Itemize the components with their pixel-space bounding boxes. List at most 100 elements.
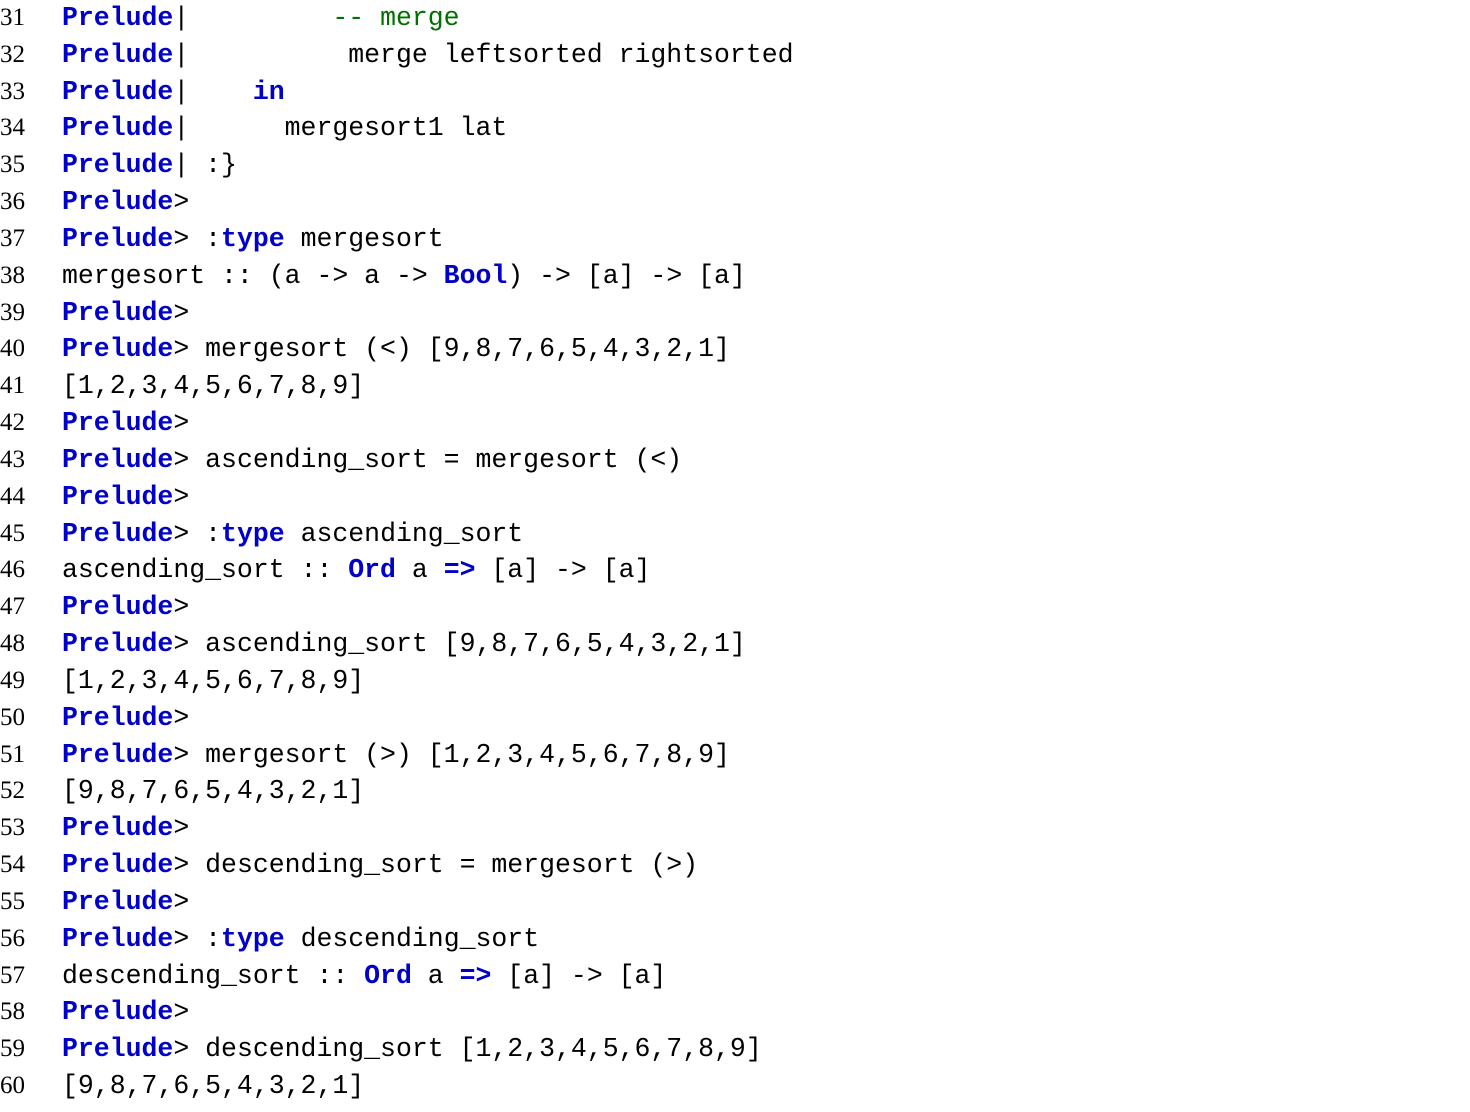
code-line: 45Prelude> :type ascending_sort [0, 516, 1470, 553]
prompt-keyword: Prelude [62, 1034, 173, 1064]
code-content: Prelude| mergesort1 lat [62, 110, 507, 147]
code-text: > [173, 592, 189, 622]
code-text: a [396, 555, 444, 585]
code-line: 41[1,2,3,4,5,6,7,8,9] [0, 368, 1470, 405]
code-text: > : [173, 924, 221, 954]
code-content: ascending_sort :: Ord a => [a] -> [a] [62, 552, 650, 589]
code-line: 57descending_sort :: Ord a => [a] -> [a] [0, 958, 1470, 995]
line-number: 60 [0, 1069, 62, 1104]
line-number: 52 [0, 774, 62, 809]
code-line: 54Prelude> descending_sort = mergesort (… [0, 847, 1470, 884]
line-number: 58 [0, 995, 62, 1030]
prompt-keyword: Prelude [62, 887, 173, 917]
code-text: ascending_sort :: [62, 555, 348, 585]
prompt-keyword: Prelude [62, 113, 173, 143]
code-content: Prelude| in [62, 74, 285, 111]
code-line: 38mergesort :: (a -> a -> Bool) -> [a] -… [0, 258, 1470, 295]
code-line: 43Prelude> ascending_sort = mergesort (<… [0, 442, 1470, 479]
line-number: 43 [0, 443, 62, 478]
line-number: 36 [0, 185, 62, 220]
line-number: 56 [0, 922, 62, 957]
code-line: 32Prelude| merge leftsorted rightsorted [0, 37, 1470, 74]
prompt-keyword: Prelude [62, 150, 173, 180]
code-text: > [173, 408, 189, 438]
code-text: | merge leftsorted rightsorted [173, 40, 793, 70]
prompt-keyword: Prelude [62, 77, 173, 107]
code-text: > descending_sort = mergesort (>) [173, 850, 698, 880]
code-line: 44Prelude> [0, 479, 1470, 516]
code-line: 39Prelude> [0, 295, 1470, 332]
line-number: 38 [0, 259, 62, 294]
code-content: Prelude> mergesort (>) [1,2,3,4,5,6,7,8,… [62, 737, 730, 774]
code-content: Prelude> descending_sort [1,2,3,4,5,6,7,… [62, 1031, 762, 1068]
code-line: 35Prelude| :} [0, 147, 1470, 184]
prompt-keyword: Prelude [62, 813, 173, 843]
keyword: Ord [348, 555, 396, 585]
code-text: > [173, 703, 189, 733]
code-text: > mergesort (>) [1,2,3,4,5,6,7,8,9] [173, 740, 730, 770]
code-content: Prelude> :type ascending_sort [62, 516, 523, 553]
code-line: 49[1,2,3,4,5,6,7,8,9] [0, 663, 1470, 700]
code-line: 52[9,8,7,6,5,4,3,2,1] [0, 773, 1470, 810]
code-text: > [173, 997, 189, 1027]
code-text: [9,8,7,6,5,4,3,2,1] [62, 1071, 364, 1101]
code-line: 31Prelude| -- merge [0, 0, 1470, 37]
code-line: 53Prelude> [0, 810, 1470, 847]
keyword: type [221, 519, 285, 549]
code-content: Prelude> :type mergesort [62, 221, 444, 258]
code-content: Prelude> [62, 295, 189, 332]
comment: -- merge [332, 3, 459, 33]
code-content: Prelude> [62, 700, 189, 737]
code-text: > : [173, 224, 221, 254]
code-text: > [173, 482, 189, 512]
line-number: 45 [0, 517, 62, 552]
line-number: 51 [0, 738, 62, 773]
code-text: [9,8,7,6,5,4,3,2,1] [62, 776, 364, 806]
code-line: 60[9,8,7,6,5,4,3,2,1] [0, 1068, 1470, 1105]
code-line: 40Prelude> mergesort (<) [9,8,7,6,5,4,3,… [0, 331, 1470, 368]
prompt-keyword: Prelude [62, 592, 173, 622]
prompt-keyword: Prelude [62, 408, 173, 438]
prompt-keyword: Prelude [62, 40, 173, 70]
line-number: 41 [0, 369, 62, 404]
prompt-keyword: Prelude [62, 334, 173, 364]
code-line: 37Prelude> :type mergesort [0, 221, 1470, 258]
keyword: type [221, 924, 285, 954]
code-text: [1,2,3,4,5,6,7,8,9] [62, 371, 364, 401]
code-content: [1,2,3,4,5,6,7,8,9] [62, 368, 364, 405]
code-content: [9,8,7,6,5,4,3,2,1] [62, 773, 364, 810]
line-number: 35 [0, 148, 62, 183]
code-line: 58Prelude> [0, 994, 1470, 1031]
code-line: 36Prelude> [0, 184, 1470, 221]
prompt-keyword: Prelude [62, 224, 173, 254]
prompt-keyword: Prelude [62, 740, 173, 770]
code-text: > ascending_sort = mergesort (<) [173, 445, 682, 475]
keyword: in [253, 77, 285, 107]
keyword: => [460, 961, 492, 991]
code-line: 42Prelude> [0, 405, 1470, 442]
code-text: > [173, 187, 189, 217]
line-number: 42 [0, 406, 62, 441]
code-content: Prelude> [62, 184, 189, 221]
line-number: 50 [0, 701, 62, 736]
line-number: 59 [0, 1032, 62, 1067]
code-text: [a] -> [a] [476, 555, 651, 585]
code-text: ascending_sort [285, 519, 524, 549]
line-number: 49 [0, 664, 62, 699]
code-line: 46ascending_sort :: Ord a => [a] -> [a] [0, 552, 1470, 589]
code-line: 56Prelude> :type descending_sort [0, 921, 1470, 958]
code-text: > [173, 813, 189, 843]
code-text: | [173, 77, 253, 107]
prompt-keyword: Prelude [62, 703, 173, 733]
code-content: Prelude> ascending_sort = mergesort (<) [62, 442, 682, 479]
code-content: [1,2,3,4,5,6,7,8,9] [62, 663, 364, 700]
line-number: 39 [0, 296, 62, 331]
code-text: > [173, 887, 189, 917]
code-text: > [173, 298, 189, 328]
code-line: 59Prelude> descending_sort [1,2,3,4,5,6,… [0, 1031, 1470, 1068]
code-line: 50Prelude> [0, 700, 1470, 737]
code-line: 55Prelude> [0, 884, 1470, 921]
line-number: 57 [0, 959, 62, 994]
line-number: 37 [0, 222, 62, 257]
code-text: ) -> [a] -> [a] [507, 261, 746, 291]
